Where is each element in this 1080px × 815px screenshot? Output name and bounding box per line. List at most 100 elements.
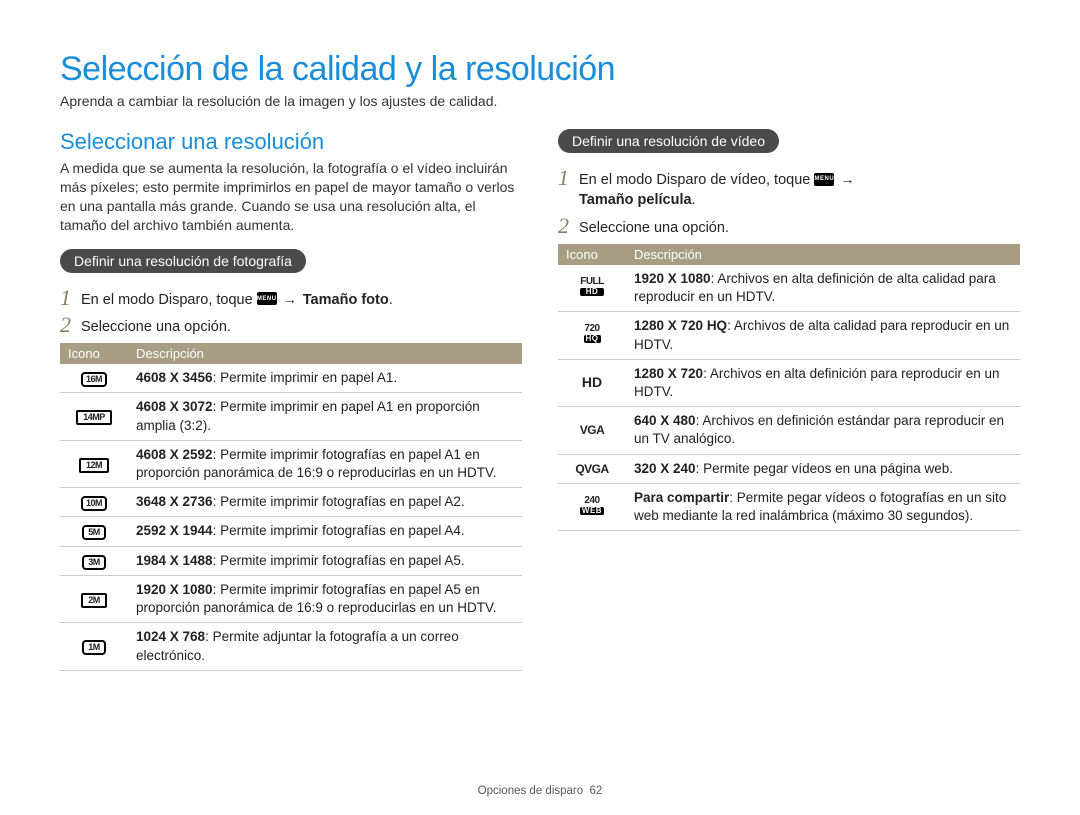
table-row: 14MP4608 X 3072: Permite imprimir en pap… <box>60 393 522 440</box>
video-step-2: 2 Seleccione una opción. <box>558 215 1020 238</box>
video-res-icon: QVGA <box>575 462 608 476</box>
res-desc: : Permite imprimir fotografías en papel … <box>213 523 465 538</box>
col-header-icon: Icono <box>60 343 128 364</box>
res-desc-cell: 640 X 480: Archivos en definición estánd… <box>626 407 1020 454</box>
video-step-1: 1 En el modo Disparo de vídeo, toque MEN… <box>558 167 1020 211</box>
res-size: 2592 X 1944 <box>136 523 213 538</box>
res-desc-cell: 320 X 240: Permite pegar vídeos en una p… <box>626 454 1020 483</box>
res-icon-cell: 14MP <box>60 393 128 440</box>
photo-res-table: Icono Descripción 16M4608 X 3456: Permit… <box>60 343 522 671</box>
step-text: En el modo Disparo de vídeo, toque <box>579 172 814 188</box>
step-number: 1 <box>60 287 71 309</box>
left-column: Seleccionar una resolución A medida que … <box>60 129 522 671</box>
res-desc-cell: 4608 X 3072: Permite imprimir en papel A… <box>128 393 522 440</box>
res-size: 1920 X 1080 <box>634 271 711 286</box>
resolution-icon: 5M <box>82 525 106 540</box>
table-row: VGA 640 X 480: Archivos en definición est… <box>558 407 1020 454</box>
table-row: 2M 1920 X 1080: Permite imprimir fotograf… <box>60 575 522 622</box>
res-desc-cell: 1280 X 720: Archivos en alta definición … <box>626 359 1020 406</box>
res-desc-cell: 1280 X 720 HQ: Archivos de alta calidad … <box>626 312 1020 359</box>
video-res-pill: Definir una resolución de vídeo <box>558 129 779 153</box>
resolution-icon: 1M <box>82 640 106 655</box>
right-column: Definir una resolución de vídeo 1 En el … <box>558 129 1020 671</box>
res-icon-cell: HD <box>558 359 626 406</box>
video-res-icon: 240WEB <box>580 496 604 515</box>
res-desc-cell: 4608 X 2592: Permite imprimir fotografía… <box>128 440 522 487</box>
table-row: 720HQ 1280 X 720 HQ: Archivos de alta cal… <box>558 312 1020 359</box>
page-footer: Opciones de disparo 62 <box>0 785 1080 797</box>
step-body: Seleccione una opción. <box>81 314 231 337</box>
resolution-icon: 12M <box>79 458 109 473</box>
content-columns: Seleccionar una resolución A medida que … <box>60 129 1020 671</box>
step-number: 2 <box>60 314 71 336</box>
res-icon-cell: 10M <box>60 488 128 517</box>
res-size: 4608 X 3456 <box>136 370 213 385</box>
table-row: 3M 1984 X 1488: Permite imprimir fotograf… <box>60 546 522 575</box>
step-bold: Tamaño foto <box>303 292 389 308</box>
res-desc: : Permite pegar vídeos en una página web… <box>696 461 953 476</box>
footer-page-number: 62 <box>590 785 603 797</box>
resolution-icon: 2M <box>81 593 107 608</box>
table-row: 10M 3648 X 2736: Permite imprimir fotogra… <box>60 488 522 517</box>
video-res-icon: FULLHD <box>580 277 604 296</box>
res-icon-cell: 3M <box>60 546 128 575</box>
photo-step-2: 2 Seleccione una opción. <box>60 314 522 337</box>
res-size: 320 X 240 <box>634 461 696 476</box>
res-icon-cell: 1M <box>60 623 128 670</box>
col-header-desc: Descripción <box>128 343 522 364</box>
video-res-icon: VGA <box>580 423 605 437</box>
table-row: 12M 4608 X 2592: Permite imprimir fotogra… <box>60 440 522 487</box>
res-desc: : Permite imprimir fotografías en papel … <box>213 553 465 568</box>
res-desc-cell: 1920 X 1080: Archivos en alta definición… <box>626 265 1020 312</box>
page-title: Selección de la calidad y la resolución <box>60 50 1020 89</box>
res-desc-cell: 1920 X 1080: Permite imprimir fotografía… <box>128 575 522 622</box>
res-size: 1280 X 720 <box>634 366 703 381</box>
video-res-icon: HD <box>582 374 602 390</box>
res-desc-cell: 3648 X 2736: Permite imprimir fotografía… <box>128 488 522 517</box>
step-body: En el modo Disparo de vídeo, toque MENU … <box>579 167 856 211</box>
step-number: 1 <box>558 167 569 189</box>
table-row: QVGA 320 X 240: Permite pegar vídeos en u… <box>558 454 1020 483</box>
col-header-desc: Descripción <box>626 244 1020 265</box>
resolution-icon: 10M <box>81 496 107 511</box>
res-desc-cell: 4608 X 3456: Permite imprimir en papel A… <box>128 364 522 393</box>
step-body: Seleccione una opción. <box>579 215 729 238</box>
table-row: HD 1280 X 720: Archivos en alta definició… <box>558 359 1020 406</box>
res-size: 1920 X 1080 <box>136 582 213 597</box>
table-row: 5M 2592 X 1944: Permite imprimir fotograf… <box>60 517 522 546</box>
res-desc: : Permite imprimir fotografías en papel … <box>213 494 465 509</box>
photo-res-pill: Definir una resolución de fotografía <box>60 249 306 273</box>
resolution-icon: 3M <box>82 555 106 570</box>
menu-icon: MENU <box>257 292 277 305</box>
section-intro: A medida que se aumenta la resolución, l… <box>60 159 522 235</box>
res-size: 640 X 480 <box>634 413 696 428</box>
res-size: 1024 X 768 <box>136 629 205 644</box>
step-number: 2 <box>558 215 569 237</box>
video-res-table: Icono Descripción FULLHD 1920 X 1080: Arc… <box>558 244 1020 531</box>
page-intro: Aprenda a cambiar la resolución de la im… <box>60 93 1020 109</box>
res-icon-cell: 240WEB <box>558 483 626 530</box>
res-size: Para compartir <box>634 490 729 505</box>
menu-icon: MENU <box>814 173 834 186</box>
res-icon-cell: 720HQ <box>558 312 626 359</box>
table-row: 240WEB Para compartir: Permite pegar víde… <box>558 483 1020 530</box>
resolution-icon: 16M <box>81 372 107 387</box>
res-icon-cell: 5M <box>60 517 128 546</box>
res-desc-cell: 2592 X 1944: Permite imprimir fotografía… <box>128 517 522 546</box>
video-res-icon: 720HQ <box>584 324 601 343</box>
res-icon-cell: FULLHD <box>558 265 626 312</box>
res-desc-cell: Para compartir: Permite pegar vídeos o f… <box>626 483 1020 530</box>
step-period: . <box>692 192 696 208</box>
res-icon-cell: QVGA <box>558 454 626 483</box>
res-size: 1984 X 1488 <box>136 553 213 568</box>
res-icon-cell: 16M <box>60 364 128 393</box>
arrow-icon: → <box>283 291 297 307</box>
res-icon-cell: 2M <box>60 575 128 622</box>
step-body: En el modo Disparo, toque MENU → Tamaño … <box>81 287 393 310</box>
col-header-icon: Icono <box>558 244 626 265</box>
step-bold: Tamaño película <box>579 192 692 208</box>
res-icon-cell: VGA <box>558 407 626 454</box>
res-size: 4608 X 2592 <box>136 447 213 462</box>
res-size: 1280 X 720 HQ <box>634 318 727 333</box>
step-period: . <box>389 292 393 308</box>
